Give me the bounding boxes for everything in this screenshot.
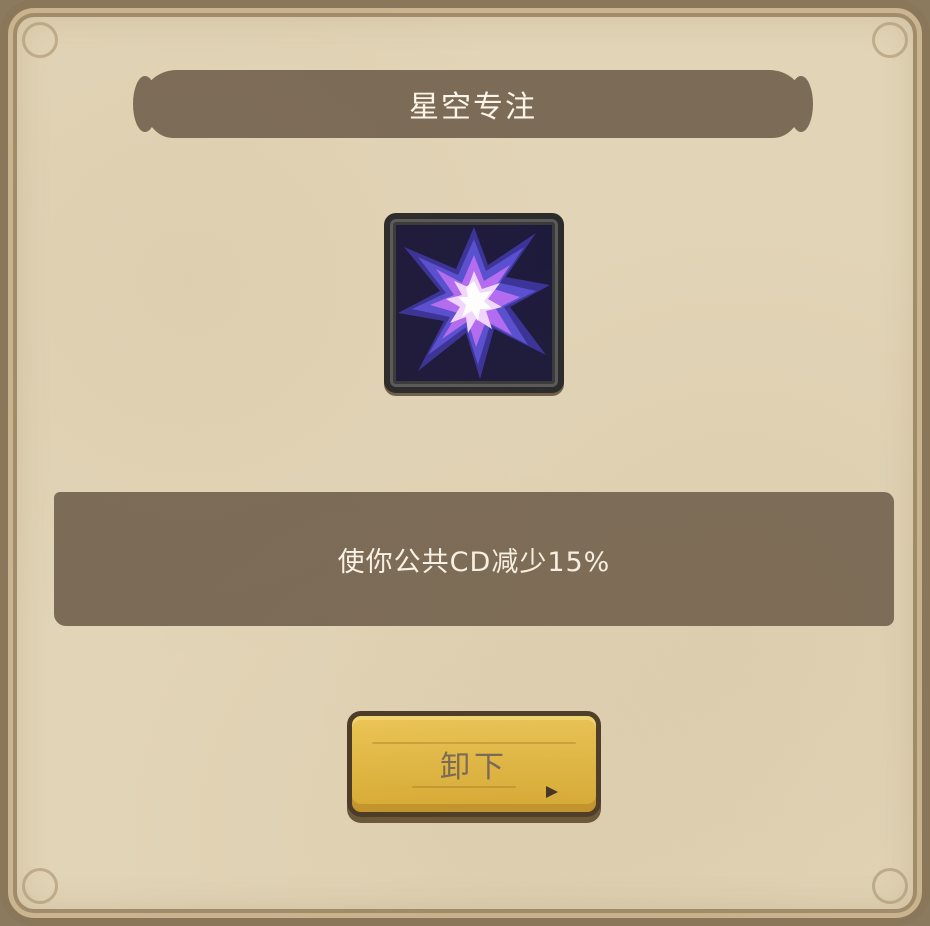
skill-title: 星空专注 xyxy=(409,90,537,125)
skill-description-box: 使你公共CD减少15% xyxy=(54,492,894,626)
skill-icon-frame xyxy=(384,213,564,393)
skill-description: 使你公共CD减少15% xyxy=(337,546,611,578)
unequip-button-label: 卸下 xyxy=(440,750,508,785)
corner-ornament xyxy=(22,868,58,904)
wood-grain xyxy=(412,786,516,788)
corner-ornament xyxy=(872,22,908,58)
arrow-icon xyxy=(546,786,558,798)
skill-detail-dialog: 星空专注 使你公共CD减少15% 卸下 xyxy=(0,0,930,926)
unequip-button[interactable]: 卸下 xyxy=(347,711,601,817)
star-burst-icon xyxy=(396,225,552,381)
corner-ornament xyxy=(872,868,908,904)
corner-ornament xyxy=(22,22,58,58)
title-banner: 星空专注 xyxy=(133,70,813,138)
